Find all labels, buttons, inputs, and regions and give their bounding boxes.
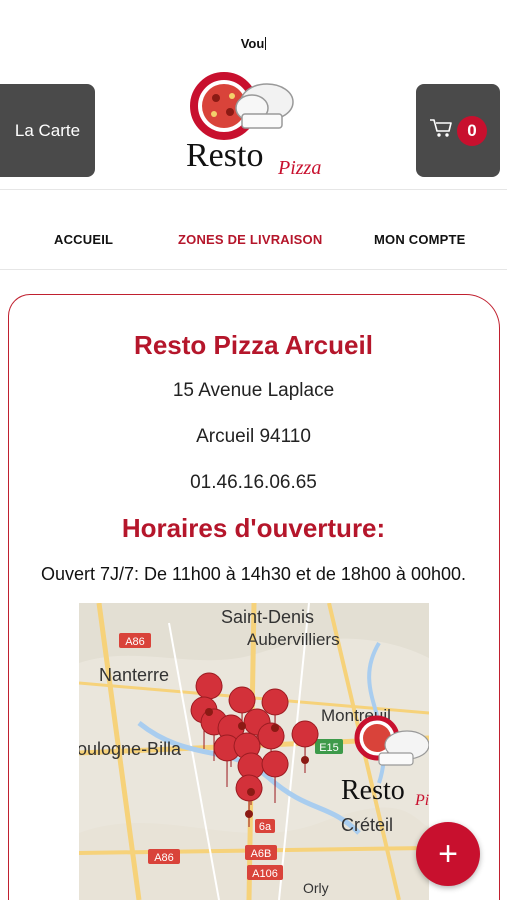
plus-icon: +: [438, 834, 458, 873]
cart-button[interactable]: 0: [416, 84, 500, 177]
map-place-orly: Orly: [303, 880, 329, 896]
map-road-a6b: A6B: [251, 848, 272, 860]
nav-mon-compte[interactable]: MON COMPTE: [374, 232, 466, 247]
restaurant-city: Arcueil 94110: [196, 426, 311, 447]
la-carte-button[interactable]: La Carte: [0, 84, 95, 177]
la-carte-label: La Carte: [14, 120, 81, 140]
map-logo-word-resto: Resto: [341, 775, 405, 806]
logo-word-resto: Resto: [186, 137, 263, 174]
cart-icon: [429, 117, 453, 144]
cart-count-badge: 0: [457, 115, 487, 146]
hours-title: Horaires d'ouverture:: [121, 513, 386, 543]
delivery-zone-map[interactable]: Saint-Denis Aubervilliers Nanterre Montr…: [79, 603, 429, 900]
map-logo-word-pizza: Pizza: [414, 792, 429, 809]
restaurant-phone[interactable]: 01.46.16.06.65: [0, 472, 507, 494]
header-divider: [0, 189, 507, 190]
map-road-6a: 6a: [259, 821, 272, 833]
restaurant-address: 15 Avenue Laplace: [172, 380, 335, 401]
nav-zones-de-livraison[interactable]: ZONES DE LIVRAISON: [178, 232, 322, 247]
map-place-nanterre: Nanterre: [99, 665, 169, 685]
add-fab-button[interactable]: +: [416, 822, 480, 886]
map-road-a106: A106: [252, 868, 278, 880]
map-road-a86-top: A86: [125, 636, 145, 648]
status-text: Vou: [240, 36, 267, 51]
map-place-creteil: Créteil: [341, 815, 393, 835]
map-road-a86-bottom: A86: [154, 852, 174, 864]
main-nav: ACCUEIL ZONES DE LIVRAISON MON COMPTE: [0, 226, 507, 256]
map-place-aubervilliers: Aubervilliers: [247, 630, 340, 649]
hours-text: Ouvert 7J/7: De 11h00 à 14h30 et de 18h0…: [41, 564, 466, 584]
resto-pizza-logo[interactable]: Resto Pizza: [182, 68, 327, 183]
restaurant-name: Resto Pizza Arcueil: [134, 330, 373, 360]
map-road-e15: E15: [319, 742, 339, 754]
logo-word-pizza: Pizza: [277, 157, 321, 179]
nav-divider: [0, 269, 507, 270]
map-place-boulogne: oulogne-Billa: [79, 739, 182, 759]
nav-accueil[interactable]: ACCUEIL: [54, 232, 113, 247]
map-place-saint-denis: Saint-Denis: [221, 607, 314, 627]
